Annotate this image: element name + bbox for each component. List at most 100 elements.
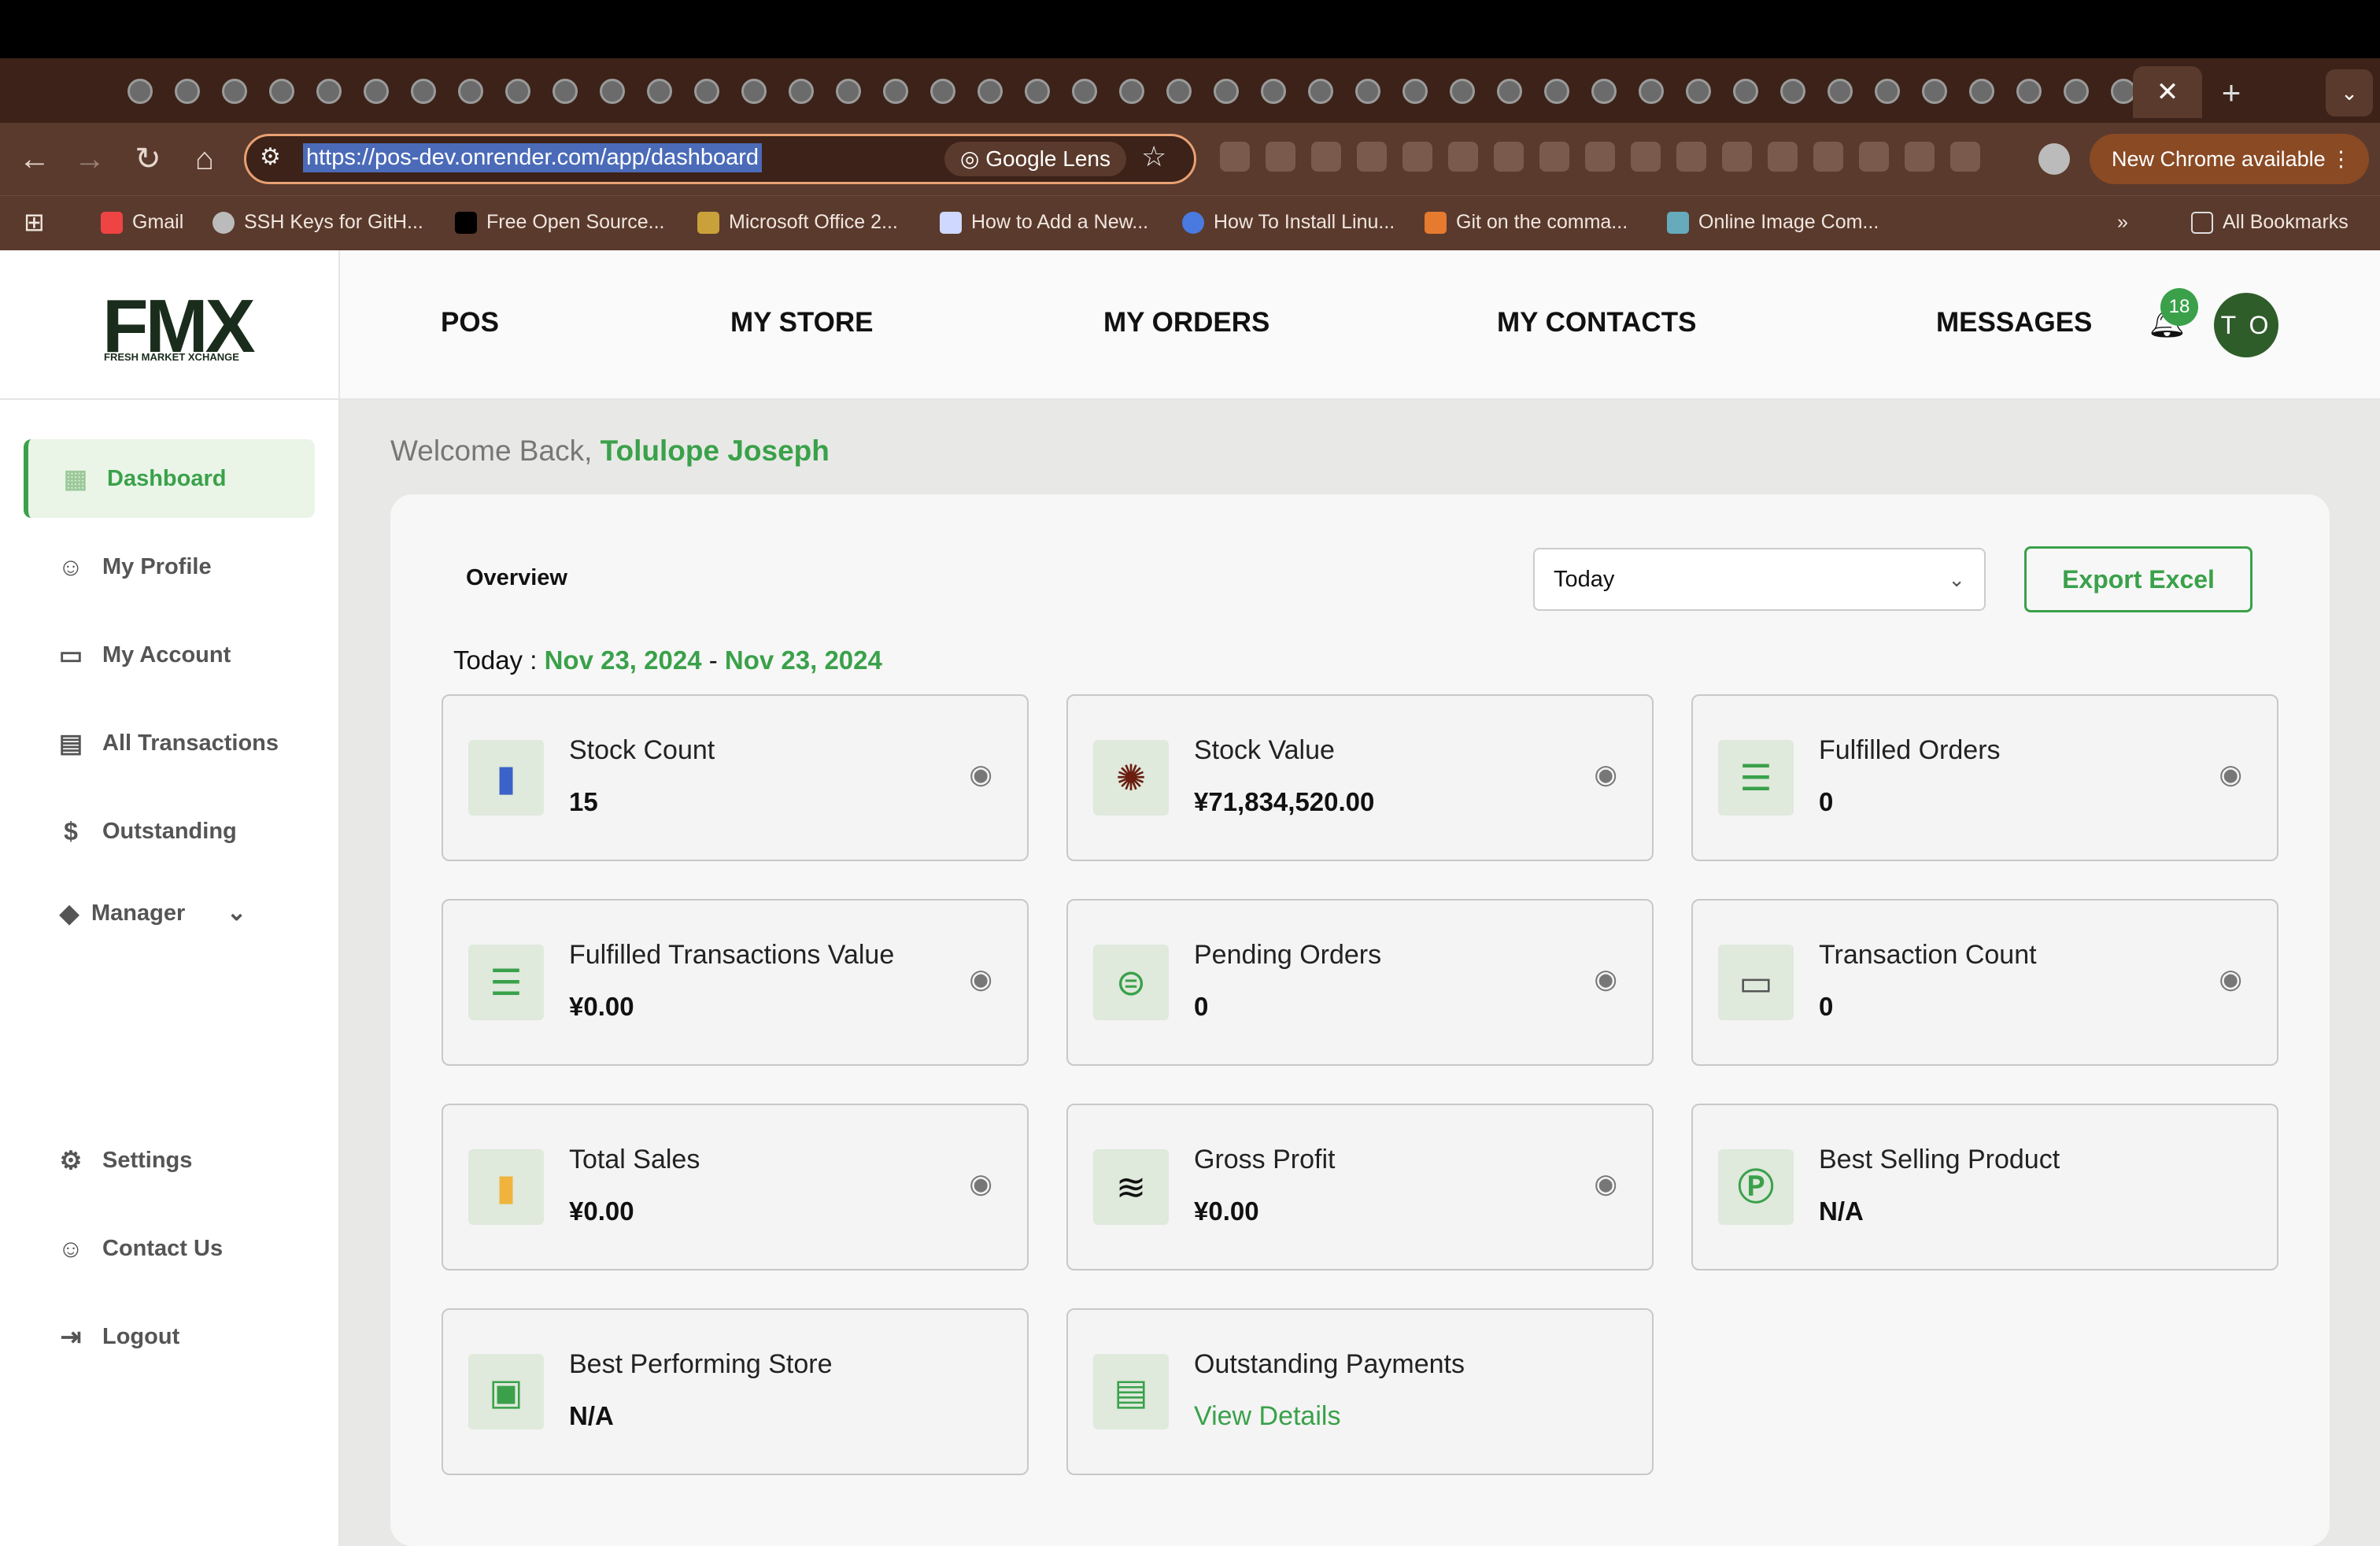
eye-icon[interactable]: ◉ [1594, 759, 1617, 790]
tab-favicon-icon[interactable] [458, 79, 483, 104]
forward-icon[interactable]: → [66, 135, 113, 183]
sidebar-item-all-transactions[interactable]: ▤ All Transactions [24, 704, 315, 782]
tab-favicon-icon[interactable] [836, 79, 861, 104]
profile-avatar[interactable] [2038, 143, 2070, 175]
apps-icon[interactable]: ⊞ [24, 206, 45, 238]
tab-favicon-icon[interactable] [128, 79, 153, 104]
extension-icon[interactable] [1768, 142, 1798, 172]
card-outstanding-payments[interactable]: ▤ Outstanding Payments View Details [1066, 1308, 1654, 1475]
period-select[interactable]: Today ⌄ [1533, 548, 1986, 611]
extension-icon[interactable] [1631, 142, 1661, 172]
extension-icon[interactable] [1266, 142, 1295, 172]
sidebar-item-outstanding[interactable]: $ Outstanding [24, 792, 315, 871]
eye-icon[interactable]: ◉ [2219, 963, 2242, 995]
new-tab-button[interactable]: + [2208, 69, 2255, 117]
url-text[interactable]: https://pos-dev.onrender.com/app/dashboa… [303, 143, 763, 172]
card-stock-value[interactable]: ✺ Stock Value ¥71,834,520.00 ◉ [1066, 694, 1654, 861]
nav-pos[interactable]: POS [441, 307, 499, 338]
bookmark-item[interactable]: Online Image Com... [1667, 206, 1879, 238]
tab-favicon-icon[interactable] [364, 79, 389, 104]
more-bookmarks-icon[interactable]: » [2117, 206, 2128, 238]
bookmark-star-icon[interactable]: ☆ [1141, 140, 1166, 173]
home-icon[interactable]: ⌂ [181, 135, 228, 183]
extension-icon[interactable] [1859, 142, 1889, 172]
eye-icon[interactable]: ◉ [969, 759, 992, 790]
eye-icon[interactable]: ◉ [1594, 963, 1617, 995]
tab-favicon-icon[interactable] [1969, 79, 1994, 104]
tab-favicon-icon[interactable] [316, 79, 342, 104]
card-fulfilled-transactions-value[interactable]: ☰ Fulfilled Transactions Value ¥0.00 ◉ [442, 899, 1029, 1066]
bookmark-item[interactable]: Git on the comma... [1425, 206, 1628, 238]
extension-icon[interactable] [1220, 142, 1250, 172]
nav-my-contacts[interactable]: MY CONTACTS [1497, 307, 1696, 338]
tab-favicon-icon[interactable] [1639, 79, 1664, 104]
tab-favicon-icon[interactable] [1402, 79, 1428, 104]
tab-favicon-icon[interactable] [600, 79, 625, 104]
eye-icon[interactable]: ◉ [1594, 1168, 1617, 1200]
tab-favicon-icon[interactable] [1686, 79, 1711, 104]
tab-favicon-icon[interactable] [1733, 79, 1758, 104]
bookmark-item[interactable]: How to Add a New... [940, 206, 1148, 238]
tab-favicon-icon[interactable] [694, 79, 719, 104]
extension-icon[interactable] [1813, 142, 1843, 172]
card-fulfilled-orders[interactable]: ☰ Fulfilled Orders 0 ◉ [1691, 694, 2278, 861]
tab-favicon-icon[interactable] [552, 79, 578, 104]
tab-favicon-icon[interactable] [1025, 79, 1050, 104]
sidebar-item-my-account[interactable]: ▭ My Account [24, 616, 315, 694]
card-transaction-count[interactable]: ▭ Transaction Count 0 ◉ [1691, 899, 2278, 1066]
sidebar-item-settings[interactable]: ⚙ Settings [24, 1121, 315, 1200]
tab-favicon-icon[interactable] [883, 79, 908, 104]
tab-favicon-icon[interactable] [2016, 79, 2042, 104]
extension-icon[interactable] [1448, 142, 1478, 172]
extension-icon[interactable] [1950, 142, 1980, 172]
tab-favicon-icon[interactable] [930, 79, 955, 104]
tab-close-icon[interactable]: ✕ [2133, 66, 2202, 118]
eye-icon[interactable]: ◉ [969, 1168, 992, 1200]
tab-favicon-icon[interactable] [269, 79, 294, 104]
tab-favicon-icon[interactable] [1544, 79, 1569, 104]
view-details-link[interactable]: View Details [1194, 1401, 1340, 1432]
extension-icon[interactable] [1585, 142, 1615, 172]
sidebar-item-my-profile[interactable]: ☺ My Profile [24, 527, 315, 606]
tab-favicon-icon[interactable] [1450, 79, 1475, 104]
bookmark-item[interactable]: SSH Keys for GitH... [213, 206, 423, 238]
extension-icon[interactable] [1311, 142, 1341, 172]
card-total-sales[interactable]: ▮ Total Sales ¥0.00 ◉ [442, 1104, 1029, 1270]
tab-favicon-icon[interactable] [222, 79, 247, 104]
tab-favicon-icon[interactable] [978, 79, 1003, 104]
extension-icon[interactable] [1905, 142, 1935, 172]
bookmark-item[interactable]: Microsoft Office 2... [697, 206, 898, 238]
tab-favicon-icon[interactable] [175, 79, 200, 104]
extension-icon[interactable] [1357, 142, 1387, 172]
sidebar-item-dashboard[interactable]: ▦ Dashboard [24, 439, 315, 518]
tab-favicon-icon[interactable] [505, 79, 530, 104]
tab-search-button[interactable]: ⌄ [2326, 69, 2373, 117]
bookmark-item[interactable]: How To Install Linu... [1182, 206, 1395, 238]
tab-favicon-icon[interactable] [1922, 79, 1947, 104]
tab-favicon-icon[interactable] [1072, 79, 1097, 104]
tab-favicon-icon[interactable] [1166, 79, 1192, 104]
extension-icon[interactable] [1676, 142, 1706, 172]
card-stock-count[interactable]: ▮ Stock Count 15 ◉ [442, 694, 1029, 861]
nav-my-orders[interactable]: MY ORDERS [1103, 307, 1269, 338]
tab-favicon-icon[interactable] [741, 79, 767, 104]
avatar[interactable]: T O [2214, 293, 2278, 357]
bookmark-item[interactable]: Gmail [101, 206, 183, 238]
sidebar-item-logout[interactable]: ⇥ Logout [24, 1297, 315, 1376]
nav-messages[interactable]: MESSAGES [1936, 307, 2092, 338]
card-gross-profit[interactable]: ≋ Gross Profit ¥0.00 ◉ [1066, 1104, 1654, 1270]
site-info-icon[interactable]: ⚙ [260, 143, 281, 171]
extension-icon[interactable] [1539, 142, 1569, 172]
google-lens-button[interactable]: ◎ Google Lens [944, 142, 1127, 176]
extension-icon[interactable] [1494, 142, 1524, 172]
nav-my-store[interactable]: MY STORE [730, 307, 874, 338]
tab-favicon-icon[interactable] [1780, 79, 1805, 104]
tab-favicon-icon[interactable] [1214, 79, 1239, 104]
chrome-update-button[interactable]: New Chrome available ⋮ [2090, 134, 2369, 184]
reload-icon[interactable]: ↻ [124, 135, 172, 183]
sidebar-item-contact-us[interactable]: ☺ Contact Us [24, 1209, 315, 1288]
eye-icon[interactable]: ◉ [2219, 759, 2242, 790]
tab-favicon-icon[interactable] [1119, 79, 1144, 104]
card-best-selling-product[interactable]: Ⓟ Best Selling Product N/A [1691, 1104, 2278, 1270]
tab-favicon-icon[interactable] [1828, 79, 1853, 104]
